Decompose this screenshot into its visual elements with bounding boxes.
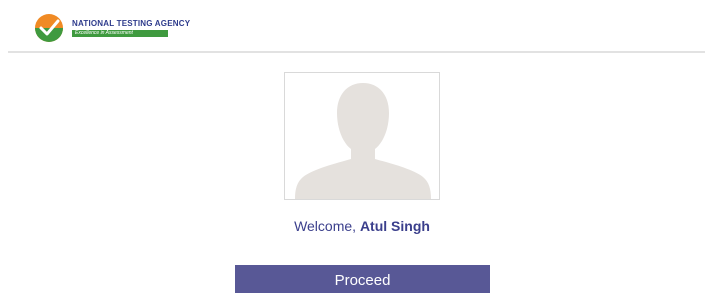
candidate-name: Atul Singh (359, 218, 430, 234)
nta-logo-icon (35, 14, 63, 42)
logo-text: NATIONAL TESTING AGENCY Excellence in As… (72, 19, 190, 37)
welcome-message: Welcome, Atul Singh (0, 218, 705, 234)
candidate-photo (284, 72, 440, 200)
proceed-button[interactable]: Proceed (235, 265, 490, 293)
org-name: NATIONAL TESTING AGENCY (72, 19, 191, 28)
welcome-prefix: Welcome, (294, 218, 357, 234)
header-divider (8, 51, 705, 53)
nta-logo[interactable]: NATIONAL TESTING AGENCY Excellence in As… (32, 13, 190, 43)
org-tagline: Excellence in Assessment (72, 30, 168, 37)
user-silhouette-icon (295, 83, 431, 199)
header: NATIONAL TESTING AGENCY Excellence in As… (0, 0, 705, 50)
